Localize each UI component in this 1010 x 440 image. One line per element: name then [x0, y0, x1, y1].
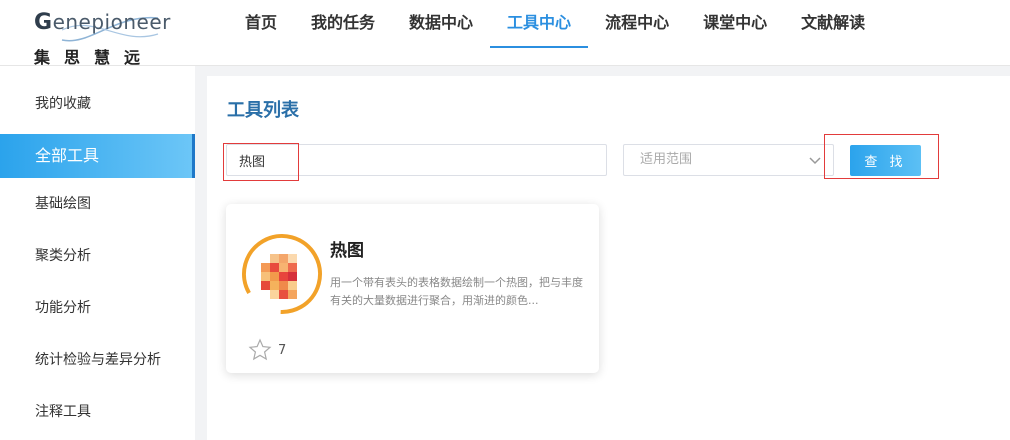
nav-classroom-center[interactable]: 课堂中心: [686, 0, 784, 48]
main-nav: 首页 我的任务 数据中心 工具中心 流程中心 课堂中心 文献解读: [228, 0, 882, 66]
logo[interactable]: Genepioneer 集思慧远: [30, 8, 171, 67]
search-input[interactable]: [226, 144, 607, 176]
tool-card-title: 热图: [330, 241, 364, 261]
sidebar-item-favorites[interactable]: 我的收藏: [0, 66, 195, 134]
sidebar: 我的收藏 全部工具 基础绘图 聚类分析 功能分析 统计检验与差异分析 注释工具: [0, 66, 195, 440]
nav-literature[interactable]: 文献解读: [784, 0, 882, 48]
main-panel: 工具列表 适用范围 查 找: [207, 76, 1010, 440]
chevron-down-icon: [809, 157, 821, 165]
nav-my-tasks[interactable]: 我的任务: [294, 0, 392, 48]
sidebar-item-all-tools[interactable]: 全部工具: [0, 134, 195, 178]
tool-card-footer: 7: [248, 338, 286, 362]
sidebar-item-basic-plots[interactable]: 基础绘图: [0, 178, 195, 230]
nav-data-center[interactable]: 数据中心: [392, 0, 490, 48]
nav-tool-center[interactable]: 工具中心: [490, 0, 589, 48]
scope-select[interactable]: 适用范围: [623, 144, 834, 176]
nav-workflow-center[interactable]: 流程中心: [588, 0, 686, 48]
nav-home[interactable]: 首页: [228, 0, 294, 48]
tool-card-heatmap[interactable]: 热图 用一个带有表头的表格数据绘制一个热图，把与丰度有关的大量数据进行聚合，用渐…: [226, 204, 599, 373]
page-title: 工具列表: [227, 100, 299, 121]
logo-wordmark: Genepioneer: [34, 10, 171, 35]
tool-card-description: 用一个带有表头的表格数据绘制一个热图，把与丰度有关的大量数据进行聚合，用渐进的颜…: [330, 276, 583, 307]
scope-select-placeholder: 适用范围: [640, 152, 693, 167]
top-header: Genepioneer 集思慧远 首页 我的任务 数据中心 工具中心 流程中心 …: [0, 0, 1010, 67]
logo-chinese-name: 集思慧远: [34, 48, 155, 67]
sidebar-item-statistics[interactable]: 统计检验与差异分析: [0, 334, 195, 386]
search-button[interactable]: 查 找: [850, 145, 921, 176]
heatmap-icon: [242, 234, 322, 314]
star-icon[interactable]: [248, 338, 272, 362]
sidebar-item-clustering[interactable]: 聚类分析: [0, 230, 195, 282]
sidebar-item-functional-analysis[interactable]: 功能分析: [0, 282, 195, 334]
star-count: 7: [278, 342, 287, 358]
sidebar-item-annotation[interactable]: 注释工具: [0, 386, 195, 438]
